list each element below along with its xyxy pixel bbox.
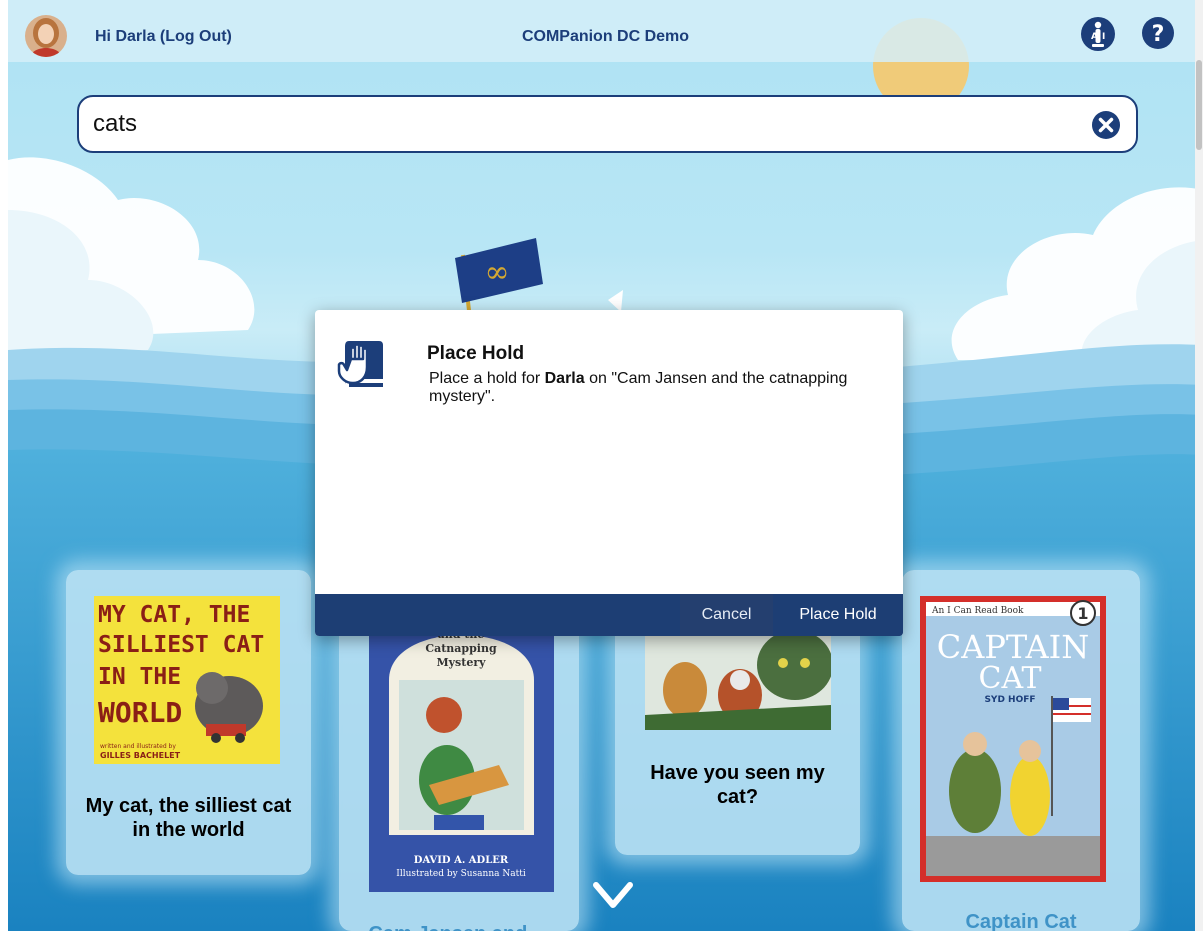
top-bar: Hi Darla (Log Out) COMPanion DC Demo A I… (8, 0, 1203, 62)
book-title[interactable]: My cat, the silliest cat in the world (82, 794, 295, 842)
patron-name: Darla (544, 370, 585, 387)
svg-text:I: I (1102, 32, 1105, 42)
hand-on-book-icon (335, 337, 387, 395)
svg-text:∞: ∞ (485, 255, 510, 290)
clear-x-icon[interactable] (1091, 110, 1121, 140)
scrollbar-thumb[interactable] (1196, 60, 1202, 150)
book-title[interactable]: Have you seen my cat? (629, 761, 846, 809)
cover-line: SILLIEST CAT (98, 632, 264, 658)
book-title[interactable]: Captain Cat (912, 910, 1130, 931)
cover-series: An I Can Read Book (931, 606, 1024, 616)
settings-figure-icon[interactable]: A I (1080, 16, 1116, 52)
search-bar (77, 95, 1138, 153)
cover-credit: DAVID A. ADLER (414, 855, 509, 866)
cover-line: Catnapping (425, 642, 497, 655)
vertical-scrollbar[interactable] (1195, 0, 1203, 931)
svg-text:A: A (1091, 32, 1098, 42)
cover-line: MY CAT, THE (98, 602, 250, 628)
site-title: COMPanion DC Demo (521, 28, 690, 45)
place-hold-button[interactable]: Place Hold (773, 594, 903, 636)
dialog-message: Place a hold for Darla on "Cam Jansen an… (429, 370, 869, 406)
flag-logo: ∞ (455, 238, 623, 321)
question-mark-icon[interactable]: ? (1141, 16, 1175, 50)
search-input[interactable] (93, 107, 1073, 141)
cover-line: IN THE (98, 664, 181, 690)
book-card-captain-cat[interactable]: An I Can Read Book 1 CAPTAIN CAT SYD HOF… (902, 570, 1140, 931)
message-prefix: Place a hold for (429, 370, 545, 387)
book-title[interactable]: Cam Jansen and ... (349, 922, 569, 931)
cover-credit: Illustrated by Susanna Natti (396, 869, 526, 879)
cover-line: WORLD (98, 696, 182, 729)
book-card-silliest-cat[interactable]: MY CAT, THE SILLIEST CAT IN THE WORLD wr… (66, 570, 311, 875)
cover-level: 1 (1077, 604, 1088, 623)
place-hold-dialog: Place Hold Place a hold for Darla on "Ca… (315, 310, 903, 636)
chevron-down-icon[interactable] (590, 877, 636, 917)
app-window: ∞ Hi Darla (Log Out) COMPanion DC Demo A… (8, 0, 1203, 931)
book-cover[interactable]: MY CAT, THE SILLIEST CAT IN THE WORLD wr… (94, 596, 280, 764)
cover-credit: written and illustrated by (100, 743, 176, 750)
book-cover[interactable]: An I Can Read Book 1 CAPTAIN CAT SYD HOF… (920, 596, 1106, 882)
cover-line: Mystery (436, 656, 486, 669)
cover-credit: GILLES BACHELET (100, 751, 181, 760)
book-cover[interactable] (645, 635, 831, 730)
dialog-footer: Cancel Place Hold (315, 594, 903, 636)
svg-text:?: ? (1152, 22, 1165, 47)
dialog-title: Place Hold (427, 343, 525, 364)
cover-author: SYD HOFF (984, 695, 1035, 705)
cancel-button[interactable]: Cancel (680, 594, 773, 636)
cover-line: CAT (979, 661, 1042, 696)
